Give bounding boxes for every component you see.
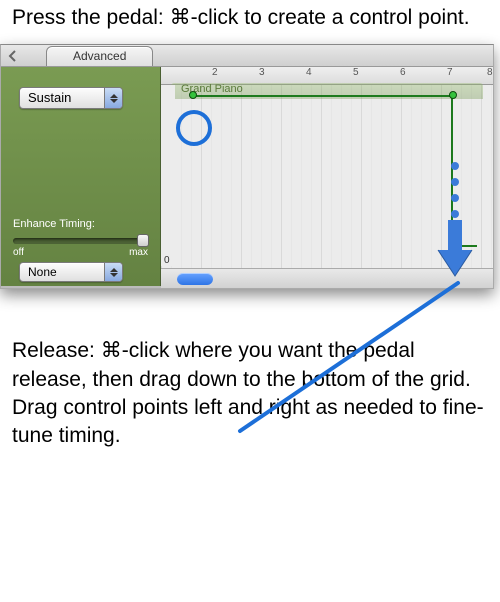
track-name-label: Grand Piano xyxy=(181,83,243,95)
back-arrow-icon[interactable] xyxy=(3,46,23,66)
automation-line[interactable] xyxy=(451,95,453,247)
quantize-dropdown[interactable]: None xyxy=(19,262,123,282)
caption-top: Press the pedal: ⌘-click to create a con… xyxy=(0,4,500,32)
region-strip xyxy=(171,83,483,99)
caption-bottom: Release: ⌘-click where you want the peda… xyxy=(0,337,500,450)
value-ruler: 0 xyxy=(161,85,175,266)
ruler-mark: 4 xyxy=(306,67,312,78)
updown-arrows-icon xyxy=(104,263,122,281)
track-inspector-panel: Sustain Enhance Timing: off max None xyxy=(1,67,161,286)
tab-advanced[interactable]: Advanced xyxy=(46,46,153,66)
automation-grid[interactable]: Grand Piano xyxy=(161,85,493,268)
ruler-mark: 7 xyxy=(447,67,453,78)
ruler-mark: 8 xyxy=(487,67,493,78)
ruler-mark: 5 xyxy=(353,67,359,78)
ruler-mark: 2 xyxy=(212,67,218,78)
window-titlebar: Advanced xyxy=(1,45,493,67)
enhance-timing-label: Enhance Timing: xyxy=(13,218,95,230)
slider-min-label: off xyxy=(13,247,24,258)
control-point[interactable] xyxy=(449,91,457,99)
scrollbar-thumb[interactable] xyxy=(177,273,213,285)
app-screenshot: Advanced 2 3 4 5 6 7 8 Sustain Enhance T… xyxy=(0,44,494,289)
ruler-mark: 3 xyxy=(259,67,265,78)
mouse-cursor-icon xyxy=(451,247,465,266)
control-point[interactable] xyxy=(449,241,457,249)
enhance-timing-slider[interactable] xyxy=(13,238,148,244)
slider-max-label: max xyxy=(129,247,148,258)
automation-line[interactable] xyxy=(451,245,477,247)
automation-parameter-dropdown[interactable]: Sustain xyxy=(19,87,123,109)
automation-line[interactable] xyxy=(191,95,453,97)
control-point[interactable] xyxy=(189,91,197,99)
updown-arrows-icon xyxy=(104,88,122,108)
ruler-mark: 6 xyxy=(400,67,406,78)
slider-thumb[interactable] xyxy=(137,234,149,247)
dropdown-value: None xyxy=(28,265,57,279)
horizontal-scrollbar[interactable] xyxy=(161,268,493,288)
callout-circle xyxy=(176,110,212,146)
dropdown-value: Sustain xyxy=(28,90,71,105)
